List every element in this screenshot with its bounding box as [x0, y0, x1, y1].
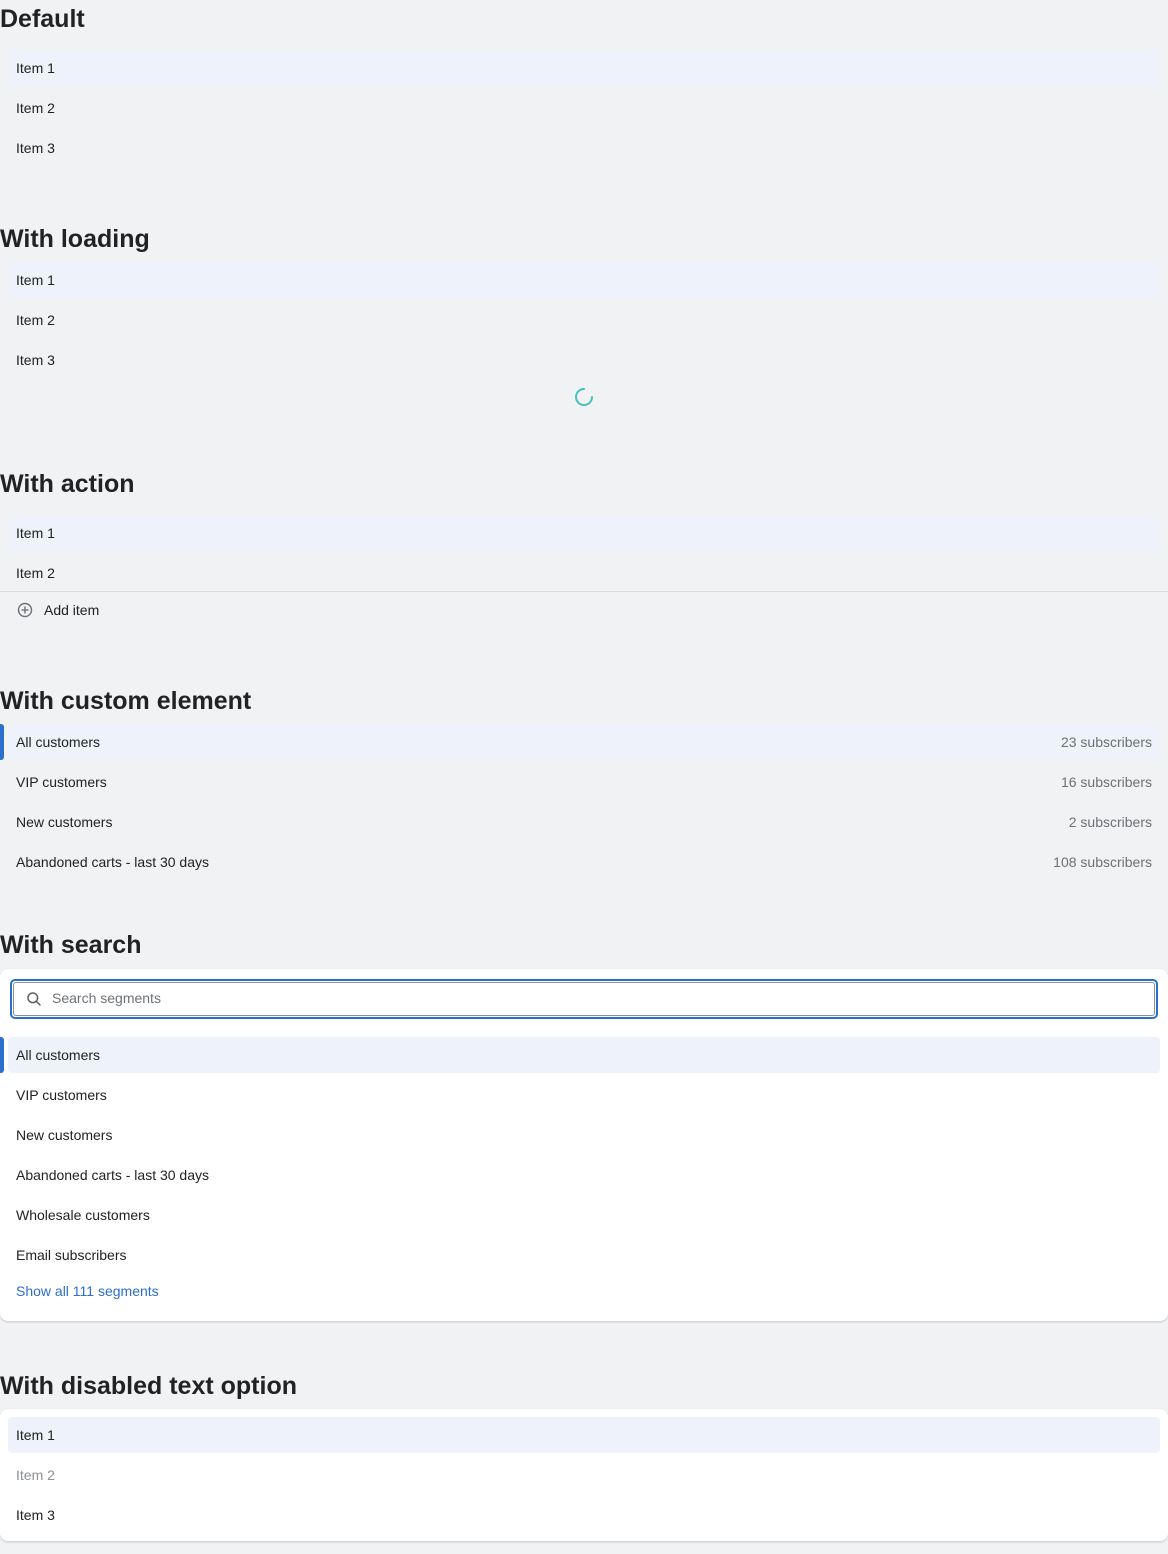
list-item-label: Item 1: [16, 272, 55, 288]
search-field[interactable]: [10, 979, 1158, 1019]
list-item-disabled: Item 2: [8, 1457, 1160, 1493]
list-item[interactable]: Item 2: [8, 555, 1160, 591]
segment-name: VIP customers: [16, 774, 107, 790]
list-item-label: Item 2: [16, 100, 55, 116]
search-card: All customers VIP customers New customer…: [0, 969, 1168, 1321]
list-item-label: Item 3: [16, 1507, 55, 1523]
disabled-card: Item 1 Item 2 Item 3: [0, 1409, 1168, 1541]
segment-name: All customers: [16, 734, 101, 750]
show-all-segments-link[interactable]: Show all 111 segments: [16, 1282, 159, 1300]
list-item-label: Item 2: [16, 312, 55, 328]
segment-row[interactable]: All customers 23 subscribers: [8, 724, 1160, 760]
segment-row[interactable]: Abandoned carts - last 30 days 108 subsc…: [8, 844, 1160, 880]
segment-name: Abandoned carts - last 30 days: [16, 1167, 210, 1183]
section-heading-custom: With custom element: [0, 687, 252, 715]
segment-name: Abandoned carts - last 30 days: [16, 854, 210, 870]
section-heading-loading: With loading: [0, 225, 150, 253]
list-item[interactable]: Item 3: [8, 342, 1160, 378]
loading-spinner-icon: [575, 388, 593, 406]
list-item[interactable]: Item 1: [8, 262, 1160, 298]
section-heading-search: With search: [0, 931, 142, 959]
list-item[interactable]: Item 1: [8, 50, 1160, 86]
list-item[interactable]: Item 2: [8, 90, 1160, 126]
segment-option[interactable]: All customers: [8, 1037, 1160, 1073]
list-item-label: Item 1: [16, 1427, 55, 1443]
list-item-label: Item 1: [16, 525, 55, 541]
selected-indicator: [0, 1037, 4, 1073]
segment-option[interactable]: Wholesale customers: [8, 1197, 1160, 1233]
section-heading-disabled: With disabled text option: [0, 1372, 297, 1400]
add-item-label: Add item: [44, 602, 100, 618]
subscriber-count: 23 subscribers: [1060, 734, 1152, 750]
list-item-label: Item 3: [16, 140, 55, 156]
segment-row[interactable]: VIP customers 16 subscribers: [8, 764, 1160, 800]
segment-name: Email subscribers: [16, 1247, 127, 1263]
segment-option[interactable]: Abandoned carts - last 30 days: [8, 1157, 1160, 1193]
segment-row[interactable]: New customers 2 subscribers: [8, 804, 1160, 840]
section-heading-default: Default: [0, 5, 85, 33]
divider: [0, 591, 1168, 592]
list-item-label: Item 3: [16, 352, 55, 368]
list-item[interactable]: Item 1: [8, 1417, 1160, 1453]
segment-name: New customers: [16, 1127, 113, 1143]
selected-indicator: [0, 724, 4, 760]
segment-name: New customers: [16, 814, 113, 830]
list-item-label: Item 1: [16, 60, 55, 76]
list-item-label: Item 2: [16, 565, 55, 581]
segment-option[interactable]: New customers: [8, 1117, 1160, 1153]
segment-option[interactable]: VIP customers: [8, 1077, 1160, 1113]
list-item-label: Item 2: [16, 1467, 55, 1483]
segment-name: VIP customers: [16, 1087, 107, 1103]
subscriber-count: 2 subscribers: [1068, 814, 1152, 830]
section-heading-action: With action: [0, 470, 135, 498]
list-item[interactable]: Item 3: [8, 130, 1160, 166]
segment-name: Wholesale customers: [16, 1207, 150, 1223]
search-input[interactable]: [52, 981, 1142, 1015]
search-icon: [27, 992, 41, 1006]
segment-option[interactable]: Email subscribers: [8, 1237, 1160, 1273]
segment-name: All customers: [16, 1047, 101, 1063]
list-item[interactable]: Item 2: [8, 302, 1160, 338]
list-item[interactable]: Item 3: [8, 1497, 1160, 1533]
subscriber-count: 16 subscribers: [1060, 774, 1152, 790]
plus-circle-icon: [17, 602, 33, 618]
list-item[interactable]: Item 1: [8, 515, 1160, 551]
subscriber-count: 108 subscribers: [1053, 854, 1152, 870]
